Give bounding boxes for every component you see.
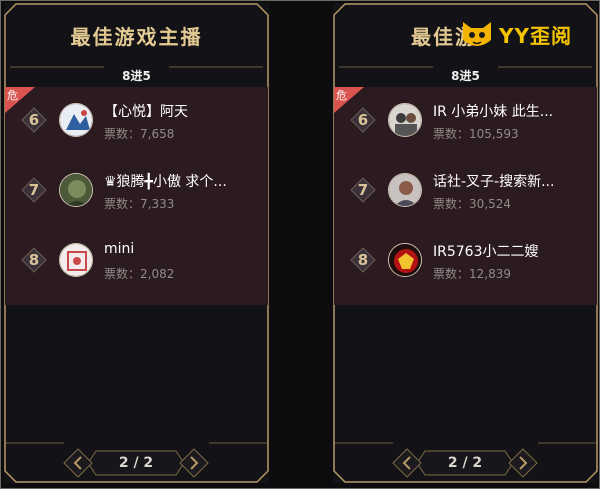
avatar[interactable] — [388, 103, 422, 137]
rank-badge: 7 — [350, 177, 376, 203]
next-page-icon[interactable] — [178, 447, 210, 479]
ranking-list: 危 6 IR 小弟小妹 此生... 票数：105,593 7 话社-叉子-搜索新… — [334, 87, 597, 305]
streamer-name[interactable]: mini — [104, 241, 254, 257]
avatar[interactable] — [388, 243, 422, 277]
round-label: 8进5 — [122, 69, 151, 83]
list-item[interactable]: 8 mini 票数：2,082 — [5, 229, 268, 291]
ranking-panel-left: 最佳游戏主播 8进5 危 6 【心悦】阿天 票数：7,658 7 ♛狼腾╋小傲 … — [4, 3, 269, 483]
rank-badge: 6 — [350, 107, 376, 133]
rank-number: 7 — [28, 181, 40, 199]
panel-title: 最佳游戏主播 — [70, 25, 203, 49]
rank-badge: 8 — [21, 247, 47, 273]
avatar[interactable] — [59, 173, 93, 207]
ranking-panel-right: 最佳游 8进5 危 6 IR 小弟小妹 此生... 票数：105,593 7 话… — [333, 3, 598, 483]
fox-mascot-icon — [463, 22, 491, 46]
round-label: 8进5 — [451, 69, 480, 83]
vote-count: 票数：12,839 — [433, 267, 511, 281]
ranking-list: 危 6 【心悦】阿天 票数：7,658 7 ♛狼腾╋小傲 求个... 票数：7,… — [5, 87, 268, 305]
next-page-icon[interactable] — [507, 447, 539, 479]
avatar[interactable] — [388, 173, 422, 207]
avatar[interactable] — [59, 103, 93, 137]
prev-page-icon[interactable] — [62, 447, 94, 479]
vote-count: 票数：7,333 — [104, 197, 175, 211]
pagination: 2 / 2 — [56, 443, 216, 483]
watermark-text: YY歪阅 — [499, 24, 572, 48]
page-indicator: 2 / 2 — [447, 455, 483, 471]
streamer-name[interactable]: 【心悦】阿天 — [104, 101, 254, 121]
pagination: 2 / 2 — [385, 443, 545, 483]
list-item[interactable]: 7 ♛狼腾╋小傲 求个... 票数：7,333 — [5, 159, 268, 221]
rank-badge: 8 — [350, 247, 376, 273]
list-item[interactable]: 6 【心悦】阿天 票数：7,658 — [5, 89, 268, 151]
prev-page-icon[interactable] — [391, 447, 423, 479]
page-indicator: 2 / 2 — [118, 455, 154, 471]
vote-count: 票数：2,082 — [104, 267, 175, 281]
streamer-name[interactable]: 话社-叉子-搜索新... — [433, 171, 583, 191]
vote-count: 票数：30,524 — [433, 197, 511, 211]
rank-number: 8 — [357, 251, 369, 269]
streamer-name[interactable]: IR5763小二二嫂 — [433, 241, 583, 261]
list-item[interactable]: 6 IR 小弟小妹 此生... 票数：105,593 — [334, 89, 597, 151]
streamer-name[interactable]: ♛狼腾╋小傲 求个... — [104, 171, 254, 191]
rank-number: 8 — [28, 251, 40, 269]
vote-count: 票数：7,658 — [104, 127, 175, 141]
streamer-name[interactable]: IR 小弟小妹 此生... — [433, 101, 583, 121]
rank-number: 6 — [28, 111, 40, 129]
rank-badge: 7 — [21, 177, 47, 203]
list-item[interactable]: 7 话社-叉子-搜索新... 票数：30,524 — [334, 159, 597, 221]
list-item[interactable]: 8 IR5763小二二嫂 票数：12,839 — [334, 229, 597, 291]
rank-badge: 6 — [21, 107, 47, 133]
rank-number: 6 — [357, 111, 369, 129]
watermark-logo: YY歪阅 — [459, 18, 589, 52]
avatar[interactable] — [59, 243, 93, 277]
rank-number: 7 — [357, 181, 369, 199]
vote-count: 票数：105,593 — [433, 127, 519, 141]
